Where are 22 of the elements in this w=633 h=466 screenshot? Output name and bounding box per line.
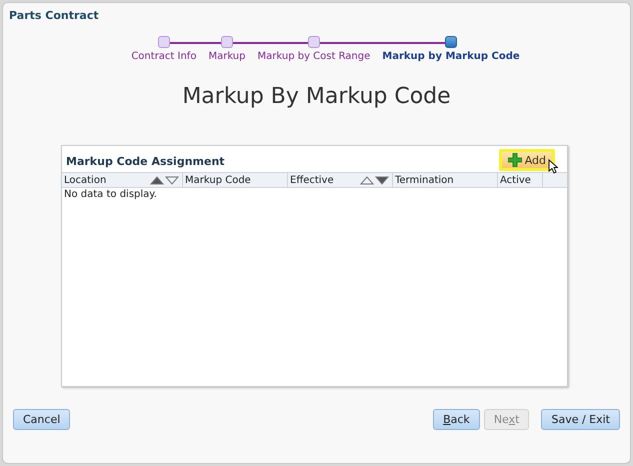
column-header[interactable]: Location [62,173,183,187]
train-stop-label[interactable]: Markup by Cost Range [258,51,370,62]
train-stop-label[interactable]: Markup [208,51,246,62]
column-header[interactable]: Markup Code [183,173,288,187]
dialog-button[interactable]: Save / Exit [541,409,620,430]
page-heading: Markup By Markup Code [181,84,452,111]
column-header[interactable]: Active [498,173,543,187]
train-stop-label[interactable]: Markup by Markup Code [382,51,520,62]
dialog-button[interactable]: Back [433,409,480,430]
sort-icon[interactable] [360,176,390,184]
panel-title: Markup Code Assignment [66,154,225,168]
window-title: Parts Contract [8,8,100,24]
add-button[interactable]: Add [498,149,555,171]
plus-icon [508,153,522,167]
cursor-icon [548,159,558,174]
train-stop[interactable] [444,36,457,48]
column-header[interactable]: Effective [288,173,393,187]
train-stop-label[interactable]: Contract Info [131,51,196,62]
dialog-button[interactable]: Cancel [13,409,70,430]
column-header[interactable]: Termination [393,173,498,187]
sort-icon[interactable] [150,176,180,184]
empty-message: No data to display. [63,188,158,201]
